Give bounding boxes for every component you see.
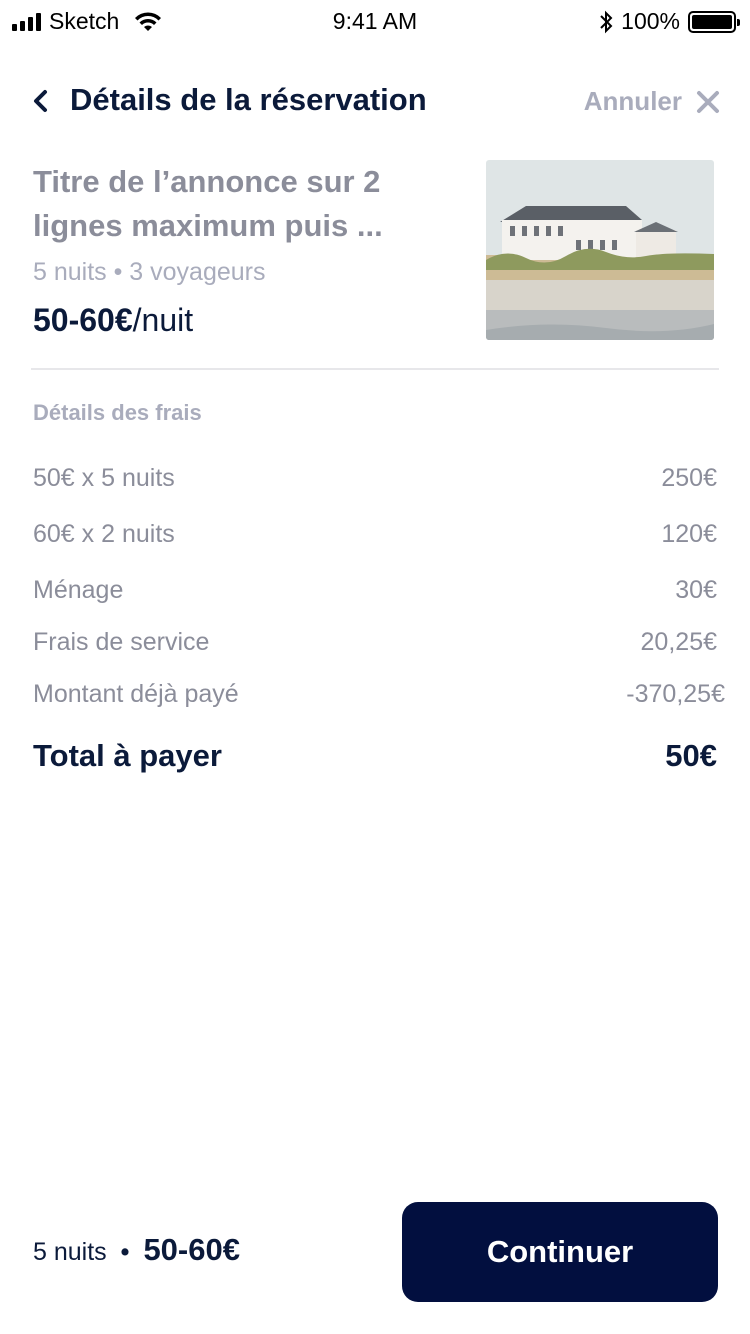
status-bar: Sketch 9:41 AM 100% [0,0,750,44]
battery-percentage: 100% [621,8,680,34]
fee-amount: 20,25€ [640,628,717,656]
listing-photo [486,160,714,340]
battery-icon [688,10,740,33]
page-title: Détails de la réservation [70,82,427,117]
status-bar-right: 100% [599,8,740,35]
continue-button[interactable]: Continuer [402,1202,718,1302]
listing-price-value: 50-60€ [33,302,133,338]
close-icon[interactable] [696,90,720,114]
fee-amount: 120€ [661,520,717,548]
continue-label: Continuer [486,1234,634,1269]
fee-amount: 250€ [661,464,717,492]
summary-price: 50-60€ [143,1232,240,1267]
fee-label: 60€ x 2 nuits [33,520,175,548]
battery-fill [692,14,732,29]
cancel-button[interactable]: Annuler [584,86,720,117]
bottom-summary: 5 nuits • 50-60€ [33,1232,240,1268]
fee-amount: -370,25€ [626,680,725,708]
listing-price: 50-60€/nuit [33,302,193,339]
listing-title: Titre de l’annonce sur 2 lignes maximum … [33,164,383,243]
bluetooth-icon [600,10,613,33]
fee-row: 50€ x 5 nuits 250€ [33,464,717,500]
total-label: Total à payer [33,738,222,773]
listing-price-unit: /nuit [132,302,194,338]
fee-amount: 30€ [675,576,717,604]
fee-row: 60€ x 2 nuits 120€ [33,520,717,556]
cancel-label: Annuler [583,86,682,116]
summary-separator: • [120,1238,130,1266]
divider [31,368,719,370]
fee-row: Montant déjà payé -370,25€ [33,680,725,716]
fee-label: Frais de service [33,628,210,656]
fee-row: Ménage 30€ [33,576,717,612]
chevron-left-icon[interactable] [30,88,52,114]
summary-nights: 5 nuits [33,1238,107,1266]
listing-meta: 5 nuits • 3 voyageurs [33,258,266,286]
fee-label: 50€ x 5 nuits [33,464,175,492]
fees-heading: Détails des frais [33,400,202,425]
total-amount: 50€ [665,738,717,773]
fee-label: Ménage [33,576,124,604]
header: Détails de la réservation Annuler [0,78,750,126]
fee-row: Frais de service 20,25€ [33,628,717,664]
fee-label: Montant déjà payé [33,680,239,708]
